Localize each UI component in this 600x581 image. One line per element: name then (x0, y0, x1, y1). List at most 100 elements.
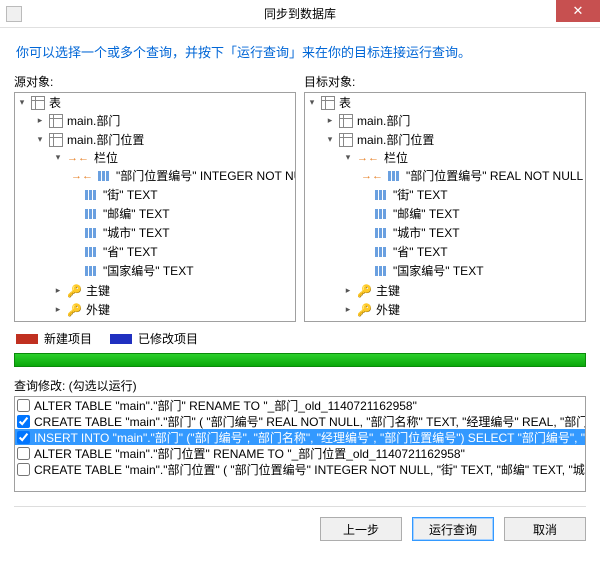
query-row[interactable]: INSERT INTO "main"."部门" ("部门编号", "部门名称",… (15, 429, 585, 445)
expander-icon[interactable]: ▸ (325, 116, 335, 126)
tree-node-column[interactable]: "邮编" TEXT (359, 205, 462, 222)
modified-arrow-icon: →← (71, 170, 93, 182)
expander-icon[interactable]: ▸ (343, 305, 353, 315)
expander-icon[interactable]: ▸ (53, 286, 63, 296)
tree-node-table[interactable]: ▾ main.部门位置 (33, 131, 146, 148)
window-title: 同步到数据库 (0, 5, 600, 22)
column-icon (375, 208, 389, 220)
column-icon (85, 189, 99, 201)
tree-label: 主键 (86, 282, 110, 299)
query-checkbox[interactable] (17, 415, 30, 428)
table-group-icon (321, 96, 335, 110)
query-text: CREATE TABLE "main"."部门" ( "部门编号" REAL N… (34, 413, 586, 430)
cancel-button[interactable]: 取消 (504, 517, 586, 541)
query-row[interactable]: ALTER TABLE "main"."部门位置" RENAME TO "_部门… (15, 445, 585, 461)
tree-node-column[interactable]: "国家编号" TEXT (69, 262, 196, 279)
tree-label: 栏位 (94, 149, 118, 166)
tree-node-column[interactable]: "城市" TEXT (359, 224, 462, 241)
legend: 新建项目 已修改项目 (14, 322, 586, 351)
modified-arrow-icon: →← (67, 152, 89, 164)
run-query-button[interactable]: 运行查询 (412, 517, 494, 541)
tree-label: "街" TEXT (393, 186, 448, 203)
expander-icon[interactable]: ▾ (325, 135, 335, 145)
modified-arrow-icon: →← (357, 152, 379, 164)
tree-label: "国家编号" TEXT (393, 262, 484, 279)
tree-node-table[interactable]: ▾ main.部门位置 (323, 131, 436, 148)
table-group-icon (31, 96, 45, 110)
close-button[interactable]: ✕ (556, 0, 600, 22)
tree-node-column[interactable]: "邮编" TEXT (69, 205, 172, 222)
query-text: CREATE TABLE "main"."部门位置" ( "部门位置编号" IN… (34, 461, 586, 478)
tree-label: 主键 (376, 282, 400, 299)
tree-node-tables[interactable]: ▾ 表 (15, 94, 63, 111)
tree-label: "部门位置编号" INTEGER NOT NULL (116, 167, 296, 184)
expander-icon[interactable]: ▾ (307, 98, 317, 108)
expander-icon[interactable]: ▾ (35, 135, 45, 145)
tree-node-table[interactable]: ▸ main.部门 (323, 112, 412, 129)
tree-label: "邮编" TEXT (393, 205, 460, 222)
tree-node-fk[interactable]: ▸ 🔑 外键 (341, 301, 402, 318)
tree-node-table[interactable]: ▸ main.部门 (33, 112, 122, 129)
tree-node-tables[interactable]: ▾ 表 (305, 94, 353, 111)
tree-node-column[interactable]: "国家编号" TEXT (359, 262, 486, 279)
legend-swatch-new (16, 334, 38, 344)
close-icon: ✕ (573, 3, 584, 19)
table-icon (49, 133, 63, 147)
expander-icon[interactable]: ▾ (53, 153, 63, 163)
column-icon (85, 265, 99, 277)
progress-bar (14, 353, 586, 367)
tree-label: main.部门 (357, 112, 410, 129)
tree-label: "城市" TEXT (393, 224, 460, 241)
source-panel-label: 源对象: (14, 73, 296, 90)
tree-node-column[interactable]: →←"部门位置编号" REAL NOT NULL (359, 167, 585, 184)
key-icon: 🔑 (67, 303, 82, 317)
query-checkbox[interactable] (17, 463, 30, 476)
expander-icon[interactable]: ▸ (343, 286, 353, 296)
source-tree[interactable]: ▾ 表 ▸ main.部门 (14, 92, 296, 322)
expander-icon[interactable]: ▸ (35, 116, 45, 126)
tree-node-columns[interactable]: ▾ →← 栏位 (51, 149, 120, 166)
query-row[interactable]: CREATE TABLE "main"."部门位置" ( "部门位置编号" IN… (15, 461, 585, 477)
tree-label: "省" TEXT (393, 243, 448, 260)
dialog-body: 你可以选择一个或多个查询，并按下「运行查询」来在你的目标连接运行查询。 源对象:… (0, 28, 600, 541)
expander-icon[interactable]: ▸ (53, 305, 63, 315)
column-icon (85, 208, 99, 220)
tree-node-column[interactable]: "省" TEXT (69, 243, 160, 260)
query-text: ALTER TABLE "main"."部门位置" RENAME TO "_部门… (34, 445, 465, 462)
footer: 上一步 运行查询 取消 (14, 506, 586, 541)
tree-node-column[interactable]: "省" TEXT (359, 243, 450, 260)
target-tree[interactable]: ▾ 表 ▸ main.部门 (304, 92, 586, 322)
unique-key-icon (67, 322, 81, 323)
tree-label: "国家编号" TEXT (103, 262, 194, 279)
tree-node-columns[interactable]: ▾ →← 栏位 (341, 149, 410, 166)
tree-node-uk[interactable]: ▸ 唯一键 (341, 320, 413, 322)
legend-label-modified: 已修改项目 (138, 330, 198, 347)
tree-node-uk[interactable]: ▸ 唯一键 (51, 320, 123, 322)
column-icon (388, 170, 402, 182)
tree-node-column[interactable]: "城市" TEXT (69, 224, 172, 241)
query-checkbox[interactable] (17, 447, 30, 460)
tree-node-pk[interactable]: ▸ 🔑 主键 (51, 282, 112, 299)
tree-node-column[interactable]: "街" TEXT (69, 186, 160, 203)
tree-label: main.部门位置 (67, 131, 144, 148)
tree-label: 栏位 (384, 149, 408, 166)
tree-label: 外键 (376, 301, 400, 318)
back-button[interactable]: 上一步 (320, 517, 402, 541)
tree-label: main.部门 (67, 112, 120, 129)
tree-node-pk[interactable]: ▸ 🔑 主键 (341, 282, 402, 299)
expander-icon[interactable]: ▾ (17, 98, 27, 108)
modified-arrow-icon: →← (361, 170, 383, 182)
query-checkbox[interactable] (17, 431, 30, 444)
query-checkbox[interactable] (17, 399, 30, 412)
tree-node-fk[interactable]: ▸ 🔑 外键 (51, 301, 112, 318)
query-row[interactable]: CREATE TABLE "main"."部门" ( "部门编号" REAL N… (15, 413, 585, 429)
expander-icon[interactable]: ▾ (343, 153, 353, 163)
legend-label-new: 新建项目 (44, 330, 92, 347)
table-icon (339, 114, 353, 128)
column-icon (98, 170, 112, 182)
tree-label: 表 (49, 94, 61, 111)
tree-node-column[interactable]: "街" TEXT (359, 186, 450, 203)
queries-list[interactable]: ALTER TABLE "main"."部门" RENAME TO "_部门_o… (14, 396, 586, 492)
query-row[interactable]: ALTER TABLE "main"."部门" RENAME TO "_部门_o… (15, 397, 585, 413)
tree-node-column[interactable]: →← "部门位置编号" INTEGER NOT NULL (69, 167, 296, 184)
